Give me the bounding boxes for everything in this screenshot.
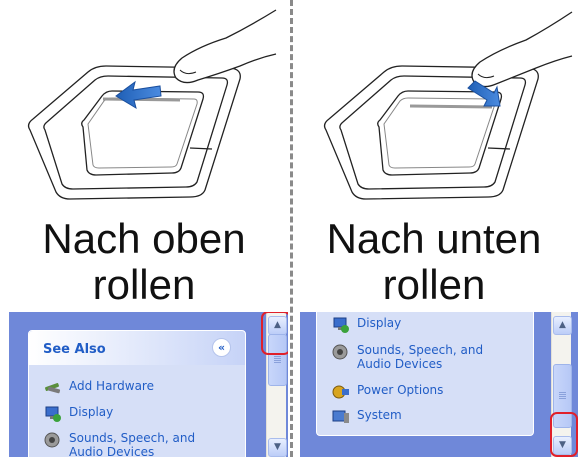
- task-item-label: Sounds, Speech, and Audio Devices: [357, 343, 483, 371]
- see-also-box: See Also « Add Hardware Display Sounds, …: [28, 330, 246, 457]
- task-item-display[interactable]: Display: [331, 316, 401, 334]
- see-also-title: See Also: [43, 342, 106, 357]
- caption-scroll-down-line1: Nach unten: [326, 215, 542, 262]
- left-xp-panel: See Also « Add Hardware Display Sounds, …: [9, 312, 288, 457]
- add-hardware-icon: [45, 383, 61, 394]
- touchpad-right: [323, 65, 539, 200]
- sounds-icon: [44, 432, 60, 448]
- task-item-power-options[interactable]: Power Options: [331, 383, 443, 401]
- task-item-label: Sounds, Speech, and Audio Devices: [69, 431, 195, 457]
- task-item-system[interactable]: System: [331, 408, 402, 426]
- touchpad-illustration: [27, 9, 573, 200]
- see-also-header[interactable]: See Also «: [29, 331, 245, 365]
- task-item-label: Add Hardware: [69, 379, 154, 393]
- scroll-up-highlight: [261, 312, 288, 355]
- scroll-down-button[interactable]: ▼: [268, 438, 287, 457]
- scroll-up-button[interactable]: ▲: [553, 316, 572, 335]
- caption-scroll-down-line2: rollen: [382, 261, 486, 308]
- scroll-up-arrow-icon: [115, 80, 162, 110]
- task-item-label-line1: Sounds, Speech, and: [357, 343, 484, 357]
- sounds-icon: [332, 344, 348, 360]
- task-item-add-hardware[interactable]: Add Hardware: [43, 379, 154, 397]
- task-item-label-line1: Sounds, Speech, and: [69, 431, 196, 445]
- scroll-down-highlight: [550, 412, 578, 457]
- right-xp-panel: Display Sounds, Speech, and Audio Device…: [300, 312, 578, 457]
- caption-scroll-up-line1: Nach oben: [42, 215, 246, 262]
- collapse-icon[interactable]: «: [212, 338, 231, 357]
- task-item-label: System: [357, 408, 402, 422]
- finger-left-icon: [173, 9, 277, 84]
- task-item-label-line2: Audio Devices: [69, 445, 155, 457]
- finger-right-icon: [471, 11, 573, 88]
- task-item-label: Power Options: [357, 383, 444, 397]
- caption-scroll-up: Nach oben rollen: [0, 216, 288, 308]
- task-item-display[interactable]: Display: [43, 405, 113, 423]
- task-item-sounds[interactable]: Sounds, Speech, and Audio Devices: [331, 343, 483, 371]
- display-icon: [45, 406, 61, 422]
- task-item-label: Display: [357, 316, 402, 330]
- task-item-label: Display: [69, 405, 114, 419]
- caption-scroll-down: Nach unten rollen: [290, 216, 578, 308]
- system-icon: [332, 410, 349, 423]
- caption-scroll-up-line2: rollen: [92, 261, 196, 308]
- display-icon: [333, 317, 349, 333]
- power-options-icon: [332, 385, 349, 399]
- task-item-label-line2: Audio Devices: [357, 357, 443, 371]
- task-item-sounds[interactable]: Sounds, Speech, and Audio Devices: [43, 431, 195, 457]
- task-box-right: Display Sounds, Speech, and Audio Device…: [316, 312, 534, 436]
